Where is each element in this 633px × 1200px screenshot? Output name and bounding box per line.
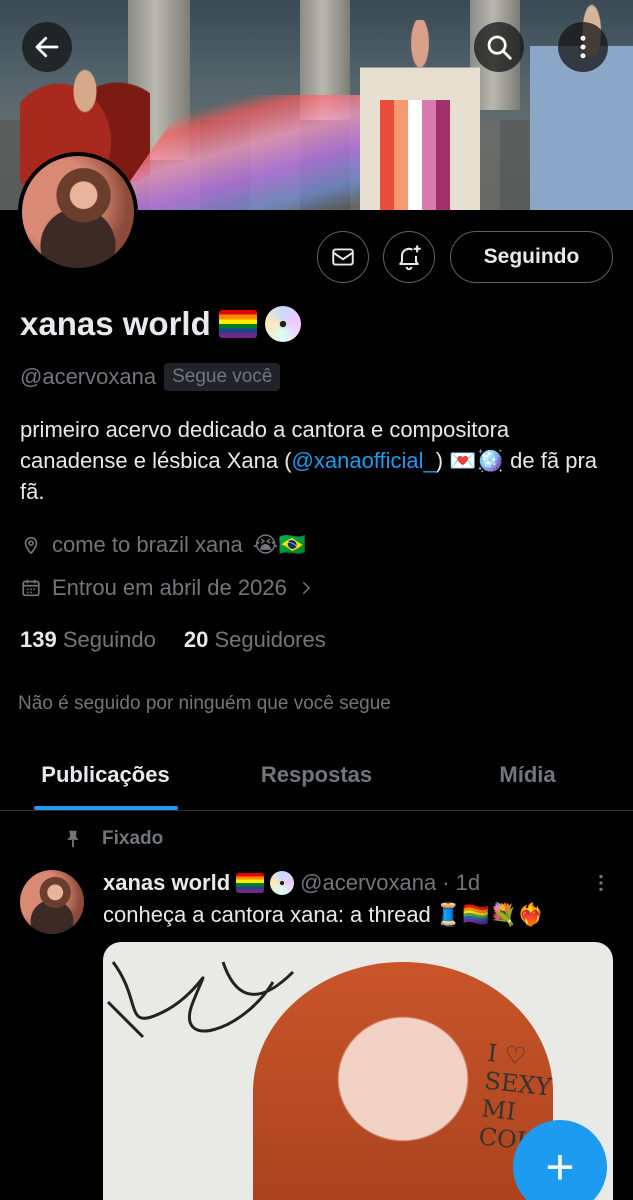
followers-count-link[interactable]: 20 Seguidores [184,627,326,653]
post-author-handle: @acervoxana [300,870,437,895]
location-text: come to brazil xana [52,532,243,557]
message-button[interactable] [317,231,369,283]
search-icon [487,35,512,60]
cd-icon [270,871,295,895]
following-button[interactable]: Seguindo [450,231,613,283]
handle-row: @acervoxana Segue você [20,363,281,391]
profile-name-row: xanas world [20,305,301,343]
banner-stripe [380,100,394,210]
tab-replies[interactable]: Respostas [211,745,422,810]
profile-name: xanas world [20,305,211,342]
bio-text: ) [435,448,450,473]
mirror-ball-icon: 🪩 [476,448,505,473]
join-date-row[interactable]: Entrou em abril de 2026 [20,575,315,601]
join-date-text: Entrou em abril de 2026 [52,575,287,600]
banner-stripe [436,100,450,210]
cd-icon [264,306,301,342]
pinned-label: Fixado [102,828,164,849]
followers-label: Seguidores [214,627,326,652]
post-author-name[interactable]: xanas world [103,870,230,896]
post-text-row: conheça a cantora xana: a thread 🧵🏳️‍🌈💐❤… [103,902,544,928]
arrow-left-icon [35,36,59,58]
post-text: conheça a cantora xana: a thread [103,902,431,927]
location-emoji: 😭🇧🇷 [252,532,306,557]
post-emoji: 🧵🏳️‍🌈💐❤️‍🔥 [434,902,545,927]
pin-icon [67,830,79,848]
chevron-right-icon [302,582,310,594]
envelope-icon [332,248,354,266]
follow-counts: 139 Seguindo 20 Seguidores [20,627,326,653]
banner-stripe [394,100,408,210]
banner-figure [360,20,480,210]
search-button[interactable] [474,22,524,72]
more-options-button[interactable] [558,22,608,72]
banner-stripe [422,100,436,210]
banner-stripe [408,100,422,210]
tab-media[interactable]: Mídia [422,745,633,810]
rainbow-flag-icon [236,873,265,893]
rainbow-flag-icon [218,310,257,338]
calendar-icon [22,579,40,597]
post-more-button[interactable] [590,872,612,894]
profile-bio: primeiro acervo dedicado a cantora e com… [20,414,620,507]
bio-mention-link[interactable]: @xanaofficial_ [292,448,436,473]
followers-count: 20 [183,627,209,652]
love-letter-icon: 💌 [449,448,477,473]
tab-posts[interactable]: Publicações [0,745,211,810]
notifications-button[interactable] [383,231,435,283]
follows-you-badge: Segue você [164,363,281,391]
location-pin-icon [24,536,38,555]
back-button[interactable] [22,22,72,72]
location-row: come to brazil xana 😭🇧🇷 [20,532,306,558]
post-header: xanas world @acervoxana · 1d [103,870,480,896]
post-time: · 1d [442,870,481,895]
profile-tabs: Publicações Respostas Mídia [0,745,633,811]
profile-avatar[interactable] [18,152,138,272]
more-vertical-icon [599,874,603,892]
following-count: 139 [20,627,57,652]
following-count-link[interactable]: 139 Seguindo [20,627,156,653]
bell-plus-icon [399,245,421,271]
mutual-followers-note: Não é seguido por ninguém que você segue [18,693,391,714]
more-vertical-icon [580,35,586,59]
profile-handle: @acervoxana [20,364,157,389]
post-author-avatar[interactable] [20,870,84,934]
following-label: Seguindo [62,627,156,652]
pinned-indicator: Fixado [62,828,163,850]
